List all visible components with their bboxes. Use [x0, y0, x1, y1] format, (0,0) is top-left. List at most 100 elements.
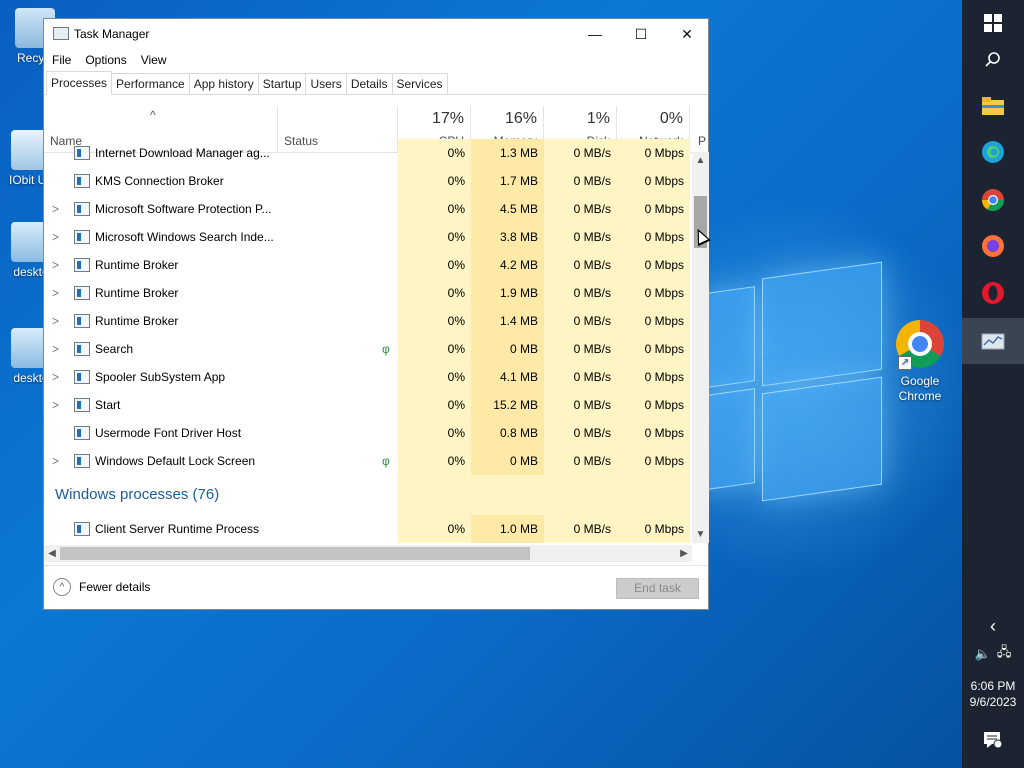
cell-cpu: 0% [398, 363, 471, 391]
table-row[interactable]: > Start 0% 15.2 MB 0 MB/s 0 Mbps [44, 391, 692, 419]
cell-net: 0 Mbps [617, 391, 690, 419]
expand-chevron-icon[interactable]: > [52, 251, 62, 279]
disk-total-percent: 1% [586, 110, 610, 127]
cell-mem: 1.7 MB [471, 167, 544, 195]
horizontal-scrollbar[interactable]: ◀ ▶ [44, 545, 692, 562]
cell-disk: 0 MB/s [544, 139, 617, 167]
menu-options[interactable]: Options [85, 53, 126, 67]
expand-chevron-icon[interactable]: > [52, 391, 62, 419]
chrome-icon[interactable] [962, 177, 1024, 223]
menu-view[interactable]: View [141, 53, 167, 67]
tab-details[interactable]: Details [345, 73, 393, 94]
table-row[interactable]: > Runtime Broker 0% 1.4 MB 0 MB/s 0 Mbps [44, 307, 692, 335]
desktop-icon-google-chrome[interactable]: ↗ Google Chrome [888, 320, 952, 404]
table-row[interactable]: > Runtime Broker 0% 4.2 MB 0 MB/s 0 Mbps [44, 251, 692, 279]
task-manager-icon[interactable] [962, 318, 1024, 364]
memory-total-percent: 16% [504, 110, 537, 127]
process-icon [74, 202, 90, 216]
task-manager-app-icon [53, 27, 69, 40]
minimize-button[interactable]: — [572, 19, 618, 49]
table-row[interactable]: > Windows Default Lock Screen φ 0% 0 MB 0 MB/… [44, 447, 692, 475]
group-cell-background [471, 475, 544, 515]
table-row[interactable]: > Microsoft Software Protection P... 0% 4.5… [44, 195, 692, 223]
close-button[interactable]: ✕ [664, 19, 710, 49]
group-header-row[interactable]: Windows processes (76) [44, 475, 692, 515]
sort-ascending-icon: ^ [150, 108, 156, 122]
search-icon[interactable] [962, 37, 1024, 83]
fewer-details-button[interactable]: ^ Fewer details [53, 578, 150, 596]
group-cell-background [398, 475, 471, 515]
process-icon [74, 342, 90, 356]
process-name: Runtime Broker [95, 258, 179, 272]
tab-performance[interactable]: Performance [111, 73, 190, 94]
firefox-icon[interactable] [962, 223, 1024, 269]
table-row[interactable]: > Search φ 0% 0 MB 0 MB/s 0 Mbps [44, 335, 692, 363]
cell-disk: 0 MB/s [544, 447, 617, 475]
cell-cpu: 0% [398, 167, 471, 195]
cell-cpu: 0% [398, 447, 471, 475]
scroll-up-icon[interactable]: ▲ [692, 152, 709, 169]
cell-net: 0 Mbps [617, 139, 690, 167]
cell-mem: 1.0 MB [471, 515, 544, 543]
volume-icon[interactable]: 🔈 [975, 646, 991, 662]
process-icon [74, 174, 90, 188]
shortcut-arrow-icon: ↗ [898, 356, 912, 370]
edge-icon[interactable] [962, 129, 1024, 175]
cell-cpu: 0% [398, 307, 471, 335]
title-bar[interactable]: Task Manager — ☐ ✕ [44, 19, 708, 49]
process-icon [74, 522, 90, 536]
expand-chevron-icon[interactable]: > [52, 223, 62, 251]
end-task-button[interactable]: End task [616, 578, 699, 599]
process-name: Spooler SubSystem App [95, 370, 226, 384]
windows-logo-wallpaper [700, 261, 885, 502]
table-row[interactable]: Client Server Runtime Process 0% 1.0 MB 0 M… [44, 515, 692, 543]
clock[interactable]: 6:06 PM 9/6/2023 [962, 678, 1024, 710]
cell-cpu: 0% [398, 223, 471, 251]
process-icon [74, 146, 90, 160]
tab-processes[interactable]: Processes [46, 71, 113, 95]
expand-chevron-icon[interactable]: > [52, 447, 62, 475]
vertical-scrollbar[interactable]: ▲ ▼ [692, 152, 709, 543]
cell-disk: 0 MB/s [544, 279, 617, 307]
cell-disk: 0 MB/s [544, 195, 617, 223]
network-icon[interactable]: 🖧 [997, 643, 1012, 665]
horizontal-scroll-thumb[interactable] [60, 547, 530, 560]
table-row[interactable]: > Runtime Broker 0% 1.9 MB 0 MB/s 0 Mbps [44, 279, 692, 307]
efficiency-leaf-icon: φ [382, 454, 390, 468]
table-row[interactable]: Internet Download Manager ag... 0% 1.3 MB 0… [44, 139, 692, 167]
tab-users[interactable]: Users [305, 73, 347, 94]
table-row[interactable]: Usermode Font Driver Host 0% 0.8 MB 0 MB/s 0… [44, 419, 692, 447]
table-row[interactable]: > Microsoft Windows Search Inde... 0% 3.8 M… [44, 223, 692, 251]
scroll-left-icon[interactable]: ◀ [44, 545, 60, 562]
cell-mem: 0 MB [471, 447, 544, 475]
menu-file[interactable]: File [52, 53, 71, 67]
tab-startup[interactable]: Startup [257, 73, 307, 94]
table-row[interactable]: > Spooler SubSystem App 0% 4.1 MB 0 MB/s 0 Mb… [44, 363, 692, 391]
expand-chevron-icon[interactable]: > [52, 363, 62, 391]
desktop-icon-label-line2: Chrome [898, 389, 942, 403]
expand-chevron-icon[interactable]: > [52, 279, 62, 307]
table-row[interactable]: KMS Connection Broker 0% 1.7 MB 0 MB/s 0 Mbp… [44, 167, 692, 195]
column-header-power-label: P [698, 134, 707, 148]
process-grid: ^ Name Status 17% CPU 16% Memory 1% Disk… [44, 106, 708, 548]
process-icon [74, 398, 90, 412]
expand-chevron-icon[interactable]: > [52, 195, 62, 223]
tab-app-history[interactable]: App history [188, 73, 259, 94]
expand-chevron-icon[interactable]: > [52, 335, 62, 363]
cell-net: 0 Mbps [617, 335, 690, 363]
opera-icon[interactable] [962, 270, 1024, 316]
taskbar: ‹ 🔈 🖧 6:06 PM 9/6/2023 [962, 0, 1024, 768]
cell-net: 0 Mbps [617, 167, 690, 195]
cell-net: 0 Mbps [617, 363, 690, 391]
chevron-up-icon: ^ [53, 578, 71, 596]
cell-cpu: 0% [398, 335, 471, 363]
process-name: Usermode Font Driver Host [95, 426, 242, 440]
file-explorer-icon[interactable] [962, 83, 1024, 129]
maximize-button[interactable]: ☐ [618, 19, 664, 49]
tab-services[interactable]: Services [391, 73, 448, 94]
scroll-down-icon[interactable]: ▼ [692, 526, 709, 543]
column-header-power[interactable]: P [690, 106, 708, 152]
expand-chevron-icon[interactable]: > [52, 307, 62, 335]
notification-icon[interactable] [962, 718, 1024, 762]
scroll-right-icon[interactable]: ▶ [676, 545, 692, 562]
